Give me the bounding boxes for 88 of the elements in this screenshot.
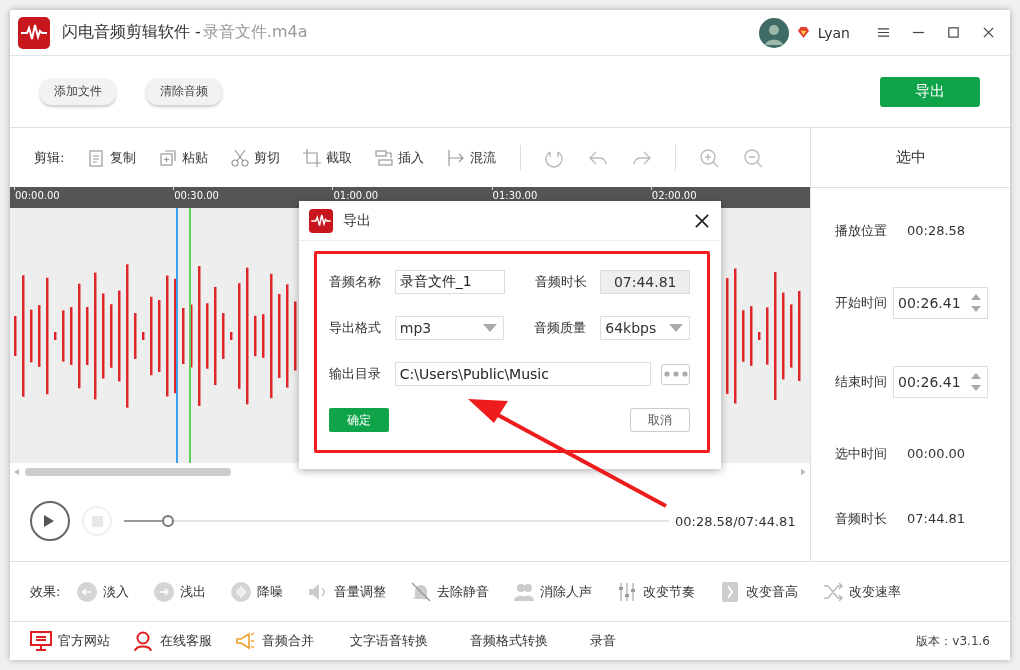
play-button[interactable] — [30, 501, 70, 541]
edit-tool-button[interactable]: 插入 — [368, 147, 435, 168]
diamond-icon — [796, 26, 810, 39]
edit-tool-button[interactable]: 混流 — [440, 147, 507, 168]
effect-button[interactable]: 淡入 — [72, 580, 148, 603]
info-label: 播放位置 — [835, 221, 887, 240]
effect-button[interactable]: 消除人声 — [509, 580, 611, 603]
play-icon — [44, 515, 54, 527]
scroll-right-icon[interactable] — [801, 468, 806, 476]
field-label: 输出目录 — [329, 365, 382, 383]
close-icon[interactable] — [982, 26, 995, 39]
toolbar-button[interactable]: 添加文件 — [40, 78, 116, 105]
shuffle-icon — [822, 580, 845, 603]
info-label: 开始时间 — [835, 293, 887, 312]
quality-dropdown[interactable]: 64kbps — [600, 316, 690, 340]
caret-icon — [483, 324, 498, 332]
scroll-left-icon[interactable] — [14, 468, 19, 476]
edit-tool-button[interactable]: 粘贴 — [152, 147, 219, 168]
caret-icon — [669, 324, 683, 332]
footer-link[interactable]: 在线客服 — [132, 631, 220, 651]
version-text: 版本：v3.1.6 — [916, 632, 990, 650]
effect-button[interactable]: 浅出 — [149, 580, 225, 603]
browse-button[interactable] — [661, 363, 690, 385]
ruler-label: 01:30.00 — [492, 190, 538, 201]
field-label: 音频时长 — [534, 273, 588, 291]
file-name: 录音文件.m4a — [202, 22, 308, 43]
scissors-icon — [230, 147, 251, 168]
field-label: 导出格式 — [329, 319, 382, 337]
info-value: 00:28.58 — [907, 223, 966, 238]
info-label: 结束时间 — [835, 372, 887, 391]
ruler-label: 02:00.00 — [651, 190, 697, 201]
field-label: 音频质量 — [534, 319, 588, 337]
effect-button[interactable]: 改变音高 — [715, 580, 817, 603]
playback-time: 00:28.58/07:44.81 — [675, 513, 796, 529]
more-icon — [663, 371, 688, 377]
edit-tool-button[interactable]: 截取 — [296, 147, 363, 168]
effects-label: 效果: — [30, 582, 61, 601]
name-field[interactable]: 录音文件_1 — [394, 270, 505, 294]
ruler-label: 01:00.00 — [333, 190, 379, 201]
footer-link[interactable]: 录音 — [576, 632, 630, 650]
effect-button[interactable]: 去除静音 — [406, 580, 508, 603]
user-name[interactable]: Lyan — [817, 24, 850, 41]
person-icon — [132, 631, 154, 651]
edit-tool-button[interactable]: 剪切 — [224, 147, 291, 168]
insert-icon — [374, 147, 395, 168]
window-title: 闪电音频剪辑软件 - — [62, 22, 201, 43]
format-dropdown[interactable]: mp3 — [394, 316, 505, 340]
cancel-button[interactable]: 取消 — [630, 408, 690, 432]
close-icon[interactable] — [695, 213, 709, 228]
megaphone-icon — [234, 631, 256, 651]
app-logo-icon — [309, 208, 333, 233]
ruler-label: 00:30.00 — [174, 190, 219, 201]
footer-link[interactable]: 官方网站 — [30, 631, 118, 651]
panel-header: 选中 — [811, 128, 1010, 188]
menu-icon[interactable] — [877, 26, 890, 39]
avatar-icon[interactable] — [758, 17, 789, 48]
slider-thumb[interactable] — [161, 515, 174, 527]
time-spinner[interactable]: 00:26.41 — [893, 365, 988, 398]
info-value: 00:00.00 — [907, 446, 966, 461]
footer-link[interactable]: 文字语音转换 — [336, 632, 442, 650]
duration-field: 07:44.81 — [600, 270, 690, 294]
info-value: 07:44.81 — [907, 511, 966, 526]
zoom-in-icon[interactable] — [699, 147, 720, 168]
time-spinner[interactable]: 00:26.41 — [893, 286, 988, 319]
bell-off-icon — [410, 580, 433, 603]
info-label: 选中时间 — [835, 444, 887, 463]
app-logo-icon — [18, 16, 50, 49]
dialog-title: 导出 — [343, 211, 371, 230]
effect-button[interactable]: 降噪 — [226, 580, 302, 603]
crop-icon — [302, 147, 323, 168]
maximize-icon[interactable] — [947, 26, 960, 39]
info-label: 音频时长 — [835, 509, 887, 528]
ruler-label: 00:00.00 — [15, 190, 60, 201]
monitor-icon — [30, 631, 52, 651]
zoom-out-icon[interactable] — [743, 147, 764, 168]
sound-wave-icon — [230, 580, 253, 603]
paste-icon — [158, 147, 179, 168]
effect-button[interactable]: 改变节奏 — [612, 580, 714, 603]
effect-button[interactable]: 改变速率 — [818, 580, 920, 603]
field-label: 音频名称 — [329, 273, 382, 291]
footer-link[interactable]: 音频合并 — [234, 631, 322, 651]
edit-label: 剪辑: — [34, 148, 65, 167]
scrollbar-thumb[interactable] — [25, 468, 231, 476]
directory-field[interactable]: C:\Users\Public\Music — [394, 362, 652, 386]
footer-link[interactable]: 音频格式转换 — [456, 632, 562, 650]
toolbar-button[interactable]: 清除音频 — [146, 78, 222, 105]
edit-tool-button[interactable]: 复制 — [80, 147, 147, 168]
effect-button[interactable]: 音量调整 — [303, 580, 405, 603]
